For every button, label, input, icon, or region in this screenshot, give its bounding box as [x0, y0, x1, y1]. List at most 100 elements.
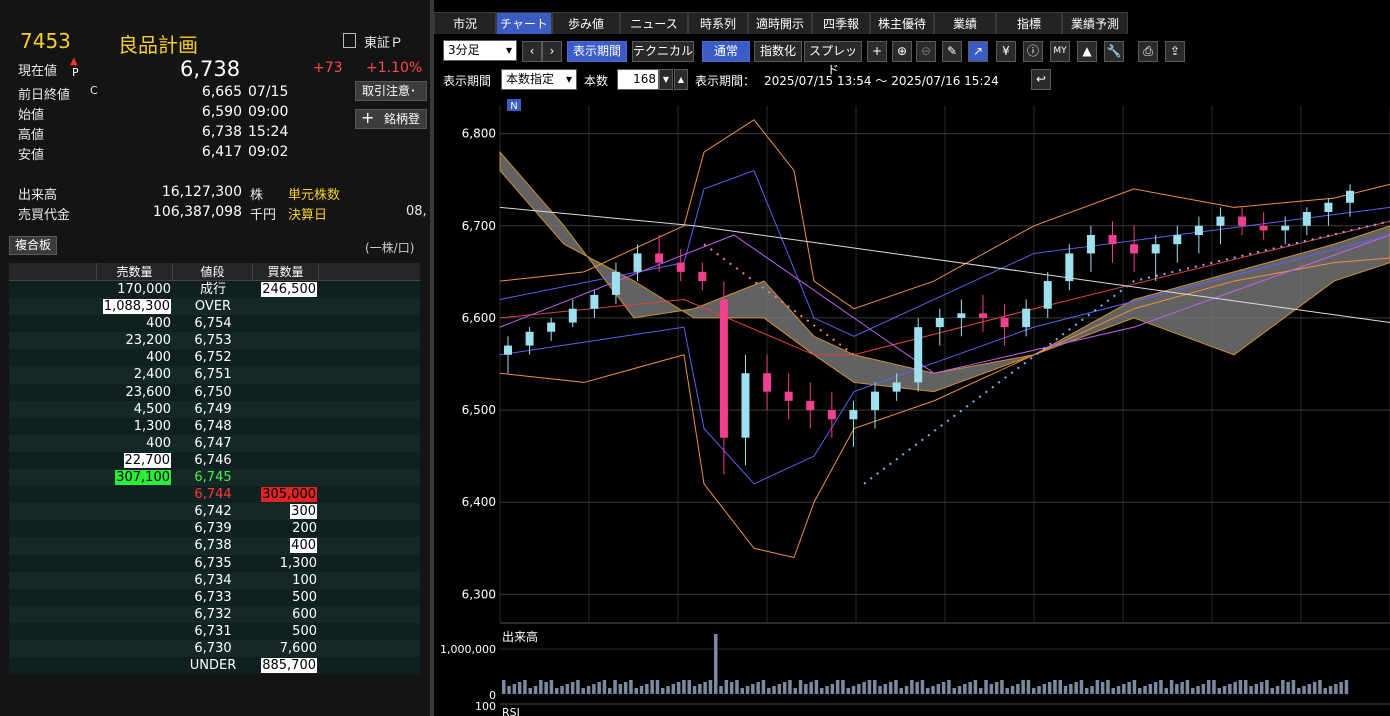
order-book-row[interactable]: 307,100 6,745 [9, 469, 420, 487]
order-book-row[interactable]: 1,088,300 OVER [9, 298, 420, 316]
count-down-icon[interactable]: ▼ [659, 69, 673, 90]
export-icon[interactable]: ⇪ [1165, 41, 1185, 62]
order-book-row[interactable]: 400 6,754 [9, 315, 420, 333]
order-book-row[interactable]: 400 6,747 [9, 434, 420, 452]
volume-bar [1249, 686, 1253, 694]
volume-bar [804, 684, 808, 694]
order-book-row[interactable]: 6,733 500 [9, 588, 420, 606]
technical-button[interactable]: テクニカル [632, 41, 694, 62]
order-book-row[interactable]: 6,742 300 [9, 503, 420, 521]
trend-tool-icon[interactable]: ↗ [968, 41, 988, 62]
sell-qty: 4,500 [133, 401, 171, 417]
current-price-mark: P [72, 66, 79, 79]
reset-icon[interactable]: ↩ [1031, 69, 1051, 90]
sell-qty [9, 606, 173, 623]
yen-icon[interactable]: ¥ [996, 41, 1016, 62]
price[interactable]: 6,753 [173, 332, 253, 349]
order-book-row[interactable]: 6,730 7,600 [9, 639, 420, 658]
order-book-row[interactable]: 6,744 305,000 [9, 486, 420, 504]
tab-1[interactable]: チャート [496, 12, 552, 34]
price[interactable]: 6,735 [173, 555, 253, 572]
price[interactable]: 6,738 [173, 537, 253, 554]
price[interactable]: 6,754 [173, 315, 253, 332]
order-book-row[interactable]: 6,731 500 [9, 622, 420, 640]
volume-bar [1116, 686, 1121, 694]
crosshair-icon[interactable]: + [867, 41, 887, 62]
trade-caution-button[interactable]: 取引注意･ [355, 81, 427, 101]
volume-bar [1148, 684, 1153, 694]
document-icon[interactable] [343, 33, 356, 48]
tab-9[interactable]: 指標 [996, 12, 1062, 34]
composite-board-button[interactable]: 複合板 [9, 236, 58, 255]
pencil-icon[interactable]: ✎ [942, 41, 962, 62]
price[interactable]: 6,731 [173, 623, 253, 640]
price-chart[interactable]: 6,800 6,700 6,600 6,500 6,400 6,300 N 出来高 1,000,… [434, 96, 1390, 716]
zoom-out-icon[interactable]: ⊖ [916, 41, 936, 62]
tab-7[interactable]: 株主優待 [870, 12, 934, 34]
order-book-row[interactable]: 6,738 400 [9, 537, 420, 555]
tab-3[interactable]: ニュース [620, 12, 688, 34]
price[interactable]: 6,748 [173, 418, 253, 435]
price[interactable]: 6,739 [173, 520, 253, 537]
price-change: +73 [313, 60, 343, 76]
wrench-icon[interactable]: 🔧 [1104, 41, 1124, 62]
print-icon[interactable]: ⎙ [1138, 41, 1158, 62]
price[interactable]: 成行 [173, 281, 253, 298]
period-mode-select[interactable]: 本数指定 ▾ [501, 69, 577, 90]
volume-bar [756, 682, 760, 694]
area-chart-icon[interactable]: ▲ [1077, 41, 1097, 62]
volume-bar [655, 680, 660, 694]
price[interactable]: 6,746 [173, 452, 253, 469]
order-book-row[interactable]: UNDER 885,700 [9, 657, 420, 675]
price[interactable]: OVER [173, 298, 253, 315]
tab-8[interactable]: 業績 [934, 12, 996, 34]
price[interactable]: 6,733 [173, 589, 253, 606]
order-book-row[interactable]: 6,732 600 [9, 605, 420, 623]
info-icon[interactable]: ⓘ [1023, 41, 1043, 62]
sell-qty [9, 657, 173, 674]
price[interactable]: 6,745 [173, 469, 253, 486]
order-book-row[interactable]: 23,200 6,753 [9, 332, 420, 350]
zoom-in-icon[interactable]: ⊕ [892, 41, 912, 62]
price[interactable]: 6,752 [173, 349, 253, 366]
order-book-row[interactable]: 170,000 成行 246,500 [9, 281, 420, 299]
next-arrow-icon[interactable]: › [542, 41, 562, 62]
price[interactable]: UNDER [173, 657, 253, 674]
spread-button[interactable]: スプレッド [804, 41, 862, 77]
price[interactable]: 6,749 [173, 401, 253, 418]
order-book-row[interactable]: 400 6,752 [9, 349, 420, 367]
tab-2[interactable]: 歩み値 [552, 12, 620, 34]
order-book-row[interactable]: 6,739 200 [9, 520, 420, 538]
tab-10[interactable]: 業績予測 [1062, 12, 1128, 34]
my-indicator-icon[interactable]: MY [1050, 41, 1070, 62]
normal-button[interactable]: 通常 [702, 41, 750, 62]
order-book-row[interactable]: 4,500 6,749 [9, 400, 420, 418]
tab-4[interactable]: 時系列 [688, 12, 748, 34]
price[interactable]: 6,730 [173, 640, 253, 657]
price[interactable]: 6,734 [173, 572, 253, 589]
candle-body [978, 313, 987, 318]
price[interactable]: 6,750 [173, 384, 253, 401]
tab-5[interactable]: 適時開示 [748, 12, 812, 34]
price[interactable]: 6,751 [173, 366, 253, 383]
order-book-row[interactable]: 23,600 6,750 [9, 383, 420, 401]
price[interactable]: 6,744 [173, 486, 253, 503]
order-book-row[interactable]: 6,735 1,300 [9, 554, 420, 572]
order-book-row[interactable]: 1,300 6,748 [9, 417, 420, 435]
interval-select[interactable]: 3分足 ▾ [443, 40, 517, 61]
count-input[interactable]: 168 [617, 69, 659, 90]
index-button[interactable]: 指数化 [754, 41, 802, 62]
order-book-row[interactable]: 22,700 6,746 [9, 451, 420, 470]
candle-body [1130, 244, 1139, 254]
prev-arrow-icon[interactable]: ‹ [522, 41, 542, 62]
order-book-row[interactable]: 6,734 100 [9, 571, 420, 589]
count-up-icon[interactable]: ▲ [674, 69, 688, 90]
price[interactable]: 6,747 [173, 435, 253, 452]
volume-bar [687, 680, 691, 694]
tab-6[interactable]: 四季報 [812, 12, 870, 34]
price[interactable]: 6,732 [173, 606, 253, 623]
tab-0[interactable]: 市況 [434, 12, 496, 34]
order-book-row[interactable]: 2,400 6,751 [9, 366, 420, 384]
price[interactable]: 6,742 [173, 503, 253, 520]
display-period-button[interactable]: 表示期間 [567, 41, 627, 62]
